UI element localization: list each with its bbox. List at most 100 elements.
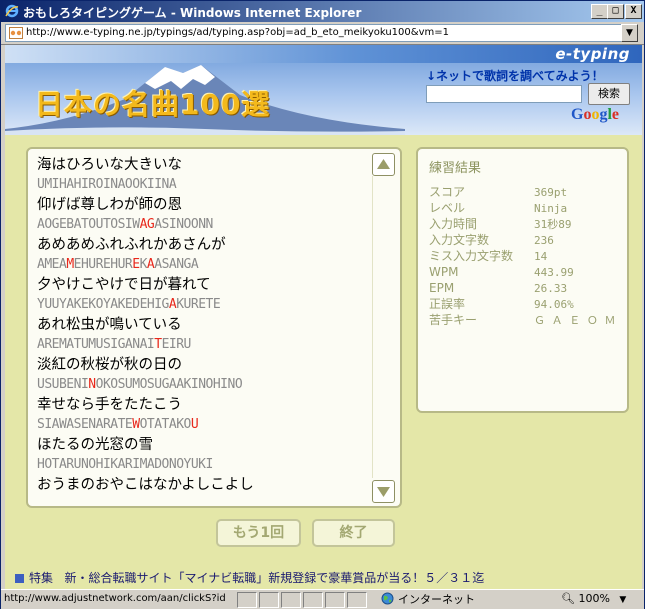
- results-panel: 練習結果 スコア 369pt レベル Ninja 入力時間 31秒89 入力文字数 236 ミス…: [416, 147, 629, 413]
- result-row: 入力時間 31秒89: [429, 216, 616, 232]
- end-button[interactable]: 終了: [312, 519, 395, 547]
- typed-segment: K: [139, 257, 148, 272]
- result-label: EPM: [429, 281, 455, 295]
- lyric-line: 海はひろいな大きいな: [37, 157, 182, 173]
- lyric-line: 仰げば尊しわが師の恩: [37, 197, 182, 213]
- globe-icon: [381, 592, 394, 605]
- zoom-control[interactable]: 🔍︎ 100% ▼: [561, 592, 626, 606]
- mistyped-segment: U: [190, 417, 199, 432]
- address-bar: http://www.e-typing.ne.jp/typings/ad/typ…: [1, 22, 644, 45]
- status-segment: [347, 592, 367, 608]
- result-value: 26.33: [534, 282, 568, 295]
- romaji-line: USUBENINOKOSUMOSUGAAKINOHINO: [37, 375, 367, 395]
- scrollbar-track[interactable]: [372, 176, 394, 478]
- search-input[interactable]: [426, 85, 582, 103]
- result-row: レベル Ninja: [429, 200, 616, 216]
- result-value: Ninja: [534, 202, 568, 215]
- romaji-line: AOGEBATOUTOSIWAGASINOONN: [37, 215, 367, 235]
- triangle-up-icon: [377, 159, 390, 169]
- address-url: http://www.e-typing.ne.jp/typings/ad/typ…: [26, 27, 449, 38]
- romaji-line: AREMATUMUSIGANAITEIRU: [37, 335, 367, 355]
- ie-icon: [5, 4, 19, 18]
- typed-segment: USUBENI: [37, 377, 89, 392]
- page-title: 日本の名曲100選: [35, 88, 271, 121]
- status-bar: http://www.adjustnetwork.com/aan/clickS?…: [1, 589, 644, 609]
- result-label: 正誤率: [429, 297, 466, 311]
- typed-segment: HOTARUNOHIKARIMADONOYUKI: [37, 457, 213, 472]
- status-segment: [281, 592, 301, 608]
- result-value: 369pt: [534, 186, 568, 199]
- typed-segment: EHUREHUR: [73, 257, 133, 272]
- results-table: スコア 369pt レベル Ninja 入力時間 31秒89 入力文字数 236 ミス入力文字数…: [429, 184, 616, 328]
- result-row: WPM 443.99: [429, 264, 616, 280]
- news-link[interactable]: 新・総合転職サイト「マイナビ転職」新規登録で豪華賞品が当る！５／３１迄: [64, 571, 484, 585]
- result-label: 入力時間: [429, 217, 478, 231]
- lyric-line: ほたるの光窓の雪: [37, 437, 153, 453]
- result-row: EPM 26.33: [429, 280, 616, 296]
- google-letter: e: [611, 106, 620, 123]
- romaji-line: AMEAMEHUREHUREKAASANGA: [37, 255, 367, 275]
- romaji-line: HOTARUNOHIKARIMADONOYUKI: [37, 455, 367, 475]
- romaji-line: UMIHAHIROINAOOKIINA: [37, 175, 367, 195]
- typed-segment: OKOSUMOSUGAAKINOHINO: [95, 377, 243, 392]
- internet-zone: インターネット: [381, 592, 475, 606]
- news-label[interactable]: 特集: [29, 571, 53, 585]
- result-row: ミス入力文字数 14: [429, 248, 616, 264]
- romaji-line: YUUYAKEKOYAKEDEHIGAKURETE: [37, 295, 367, 315]
- typed-segment: YUUYAKEKOYAKEDEHIG: [37, 297, 169, 312]
- lyric-line: あれ松虫が鳴いている: [37, 317, 182, 333]
- lyrics-panel: 海はひろいな大きいな UMIHAHIROINAOOKIINA 仰げば尊しわが師の恩 A…: [26, 147, 402, 508]
- chevron-down-icon: ▼: [619, 595, 627, 605]
- browser-window: おもしろタイピングゲーム - Windows Internet Explorer…: [0, 0, 645, 609]
- google-letter: G: [571, 106, 584, 123]
- status-segment: [237, 592, 257, 608]
- lyrics-list: 海はひろいな大きいな UMIHAHIROINAOOKIINA 仰げば尊しわが師の恩 A…: [37, 155, 367, 495]
- typed-segment: OTATAKO: [139, 417, 192, 432]
- typed-segment: AREMATUMUSIGANAI: [37, 337, 155, 352]
- google-logo[interactable]: Google: [571, 106, 619, 124]
- lyrics-search-link[interactable]: ↓ネットで歌詞を調べてみよう！: [426, 67, 604, 84]
- typed-segment: UMIHAHIROINAOOKIINA: [37, 177, 177, 192]
- status-segment: [259, 592, 279, 608]
- scroll-up-button[interactable]: [372, 153, 395, 176]
- retry-button[interactable]: もう1回: [216, 519, 301, 547]
- result-row: スコア 369pt: [429, 184, 616, 200]
- result-value: Ｇ Ａ Ｅ Ｏ Ｍ: [534, 314, 616, 327]
- zoom-level: 100%: [578, 592, 610, 605]
- lyric-line: 夕やけこやけで日が暮れて: [37, 277, 211, 293]
- typed-segment: AOGEBATOUTOSIW: [37, 217, 140, 232]
- result-label: 入力文字数: [429, 233, 490, 247]
- lyric-line: おうまのおやこはなかよしこよし: [37, 477, 254, 493]
- address-dropdown-button[interactable]: ▼: [621, 24, 638, 42]
- scroll-down-button[interactable]: [372, 480, 395, 503]
- result-value: 94.06%: [534, 298, 574, 311]
- triangle-down-icon: [377, 487, 390, 497]
- mistyped-segment: W: [132, 417, 140, 432]
- mistyped-segment: M: [66, 257, 74, 272]
- results-title: 練習結果: [429, 161, 482, 176]
- result-label: レベル: [429, 201, 466, 215]
- brand-logo[interactable]: e-typing: [555, 45, 630, 63]
- typed-segment: ASANGA: [154, 257, 199, 272]
- mistyped-segment: AG: [139, 217, 155, 232]
- result-label: ミス入力文字数: [429, 249, 514, 263]
- minimize-button[interactable]: _: [591, 4, 608, 19]
- search-button[interactable]: 検索: [588, 83, 630, 105]
- zone-label: インターネット: [398, 593, 475, 606]
- mistyped-segment: T: [154, 337, 162, 352]
- mistyped-segment: E: [132, 257, 140, 272]
- banner: e-typing 日本の名曲100選 ↓ネットで歌詞を調べてみよう！ 検索 Go…: [5, 45, 642, 135]
- result-label: WPM: [429, 265, 459, 279]
- result-row: 苦手キー Ｇ Ａ Ｅ Ｏ Ｍ: [429, 312, 616, 328]
- square-bullet-icon: [15, 574, 24, 583]
- mistyped-segment: N: [88, 377, 96, 392]
- close-button[interactable]: X: [625, 4, 642, 19]
- status-url: http://www.adjustnetwork.com/aan/clickS?…: [4, 593, 226, 604]
- maximize-button[interactable]: □: [607, 4, 624, 19]
- page-icon: [9, 27, 23, 39]
- result-label: 苦手キー: [429, 313, 478, 327]
- lyric-line: 幸せなら手をたたこう: [37, 397, 182, 413]
- result-value: 443.99: [534, 266, 574, 279]
- address-input[interactable]: http://www.e-typing.ne.jp/typings/ad/typ…: [5, 24, 622, 42]
- typed-segment: ASINOONN: [154, 217, 213, 232]
